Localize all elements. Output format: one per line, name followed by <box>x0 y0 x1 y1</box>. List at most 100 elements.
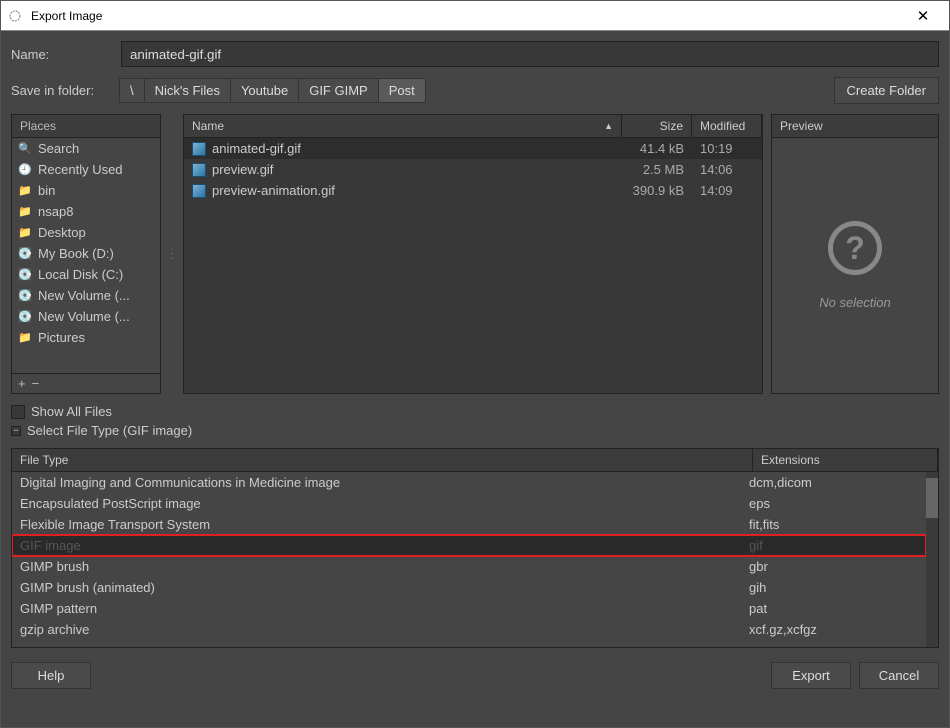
breadcrumb: \Nick's FilesYoutubeGIF GIMPPost <box>119 78 426 103</box>
file-size: 2.5 MB <box>622 162 692 177</box>
file-size: 390.9 kB <box>622 183 692 198</box>
places-panel: Places 🔍Search🕘Recently Used📁bin📁nsap8📁D… <box>11 114 161 394</box>
places-item[interactable]: 📁 Desktop <box>12 222 160 243</box>
show-all-files-label: Show All Files <box>31 404 112 419</box>
file-type-row[interactable]: gzip archivexcf.gz,xcfgz <box>12 619 926 640</box>
file-type-name: GIMP brush <box>12 558 741 575</box>
file-type-ext: gbr <box>741 558 926 575</box>
preview-header: Preview <box>772 115 938 138</box>
pane-drag-handle[interactable]: ⋮ <box>169 114 175 394</box>
create-folder-button[interactable]: Create Folder <box>834 77 939 104</box>
column-modified-header[interactable]: Modified <box>692 115 762 137</box>
file-type-table: File Type Extensions Digital Imaging and… <box>11 448 939 648</box>
filetype-header-type[interactable]: File Type <box>12 449 753 471</box>
file-row[interactable]: preview.gif 2.5 MB14:06 <box>184 159 762 180</box>
places-remove-button[interactable]: − <box>32 376 40 391</box>
places-add-button[interactable]: + <box>18 376 26 391</box>
file-icon <box>192 142 206 156</box>
file-row[interactable]: animated-gif.gif41.4 kB10:19 <box>184 138 762 159</box>
breadcrumb-item[interactable]: Post <box>379 78 426 103</box>
place-label: Recently Used <box>38 162 123 177</box>
file-type-name: Flexible Image Transport System <box>12 516 741 533</box>
place-icon: 📁 <box>18 226 32 239</box>
filetype-header-ext[interactable]: Extensions <box>753 449 938 471</box>
collapse-icon: − <box>11 426 21 436</box>
breadcrumb-item[interactable]: GIF GIMP <box>299 78 379 103</box>
file-type-name: GIF image <box>12 537 741 554</box>
file-type-ext: pat <box>741 600 926 617</box>
checkbox-icon <box>11 405 25 419</box>
places-item[interactable]: 🕘Recently Used <box>12 159 160 180</box>
show-all-files-checkbox[interactable]: Show All Files <box>11 404 939 419</box>
question-mark-icon: ? <box>828 221 882 275</box>
file-type-name: Encapsulated PostScript image <box>12 495 741 512</box>
file-type-ext: gih <box>741 579 926 596</box>
file-type-name: GIMP brush (animated) <box>12 579 741 596</box>
file-type-ext: dcm,dicom <box>741 474 926 491</box>
column-size-header[interactable]: Size <box>622 115 692 137</box>
file-modified: 10:19 <box>692 141 762 156</box>
place-icon: 📁 <box>18 184 32 197</box>
file-type-row[interactable]: GIMP brushgbr <box>12 556 926 577</box>
help-button[interactable]: Help <box>11 662 91 689</box>
window-title: Export Image <box>31 9 903 23</box>
file-type-row[interactable]: GIF imagegif <box>12 535 926 556</box>
place-icon: 📁 <box>18 331 32 344</box>
place-label: New Volume (... <box>38 309 130 324</box>
file-row[interactable]: preview-animation.gif 390.9 kB14:09 <box>184 180 762 201</box>
cancel-button[interactable]: Cancel <box>859 662 939 689</box>
titlebar: Export Image ✕ <box>1 1 949 31</box>
preview-panel: Preview ? No selection <box>771 114 939 394</box>
file-type-ext: gif <box>741 537 926 554</box>
places-item[interactable]: 📁nsap8 <box>12 201 160 222</box>
filename-input[interactable] <box>121 41 939 67</box>
file-type-row[interactable]: GIMP patternpat <box>12 598 926 619</box>
file-type-row[interactable]: GIMP brush (animated)gih <box>12 577 926 598</box>
app-icon <box>7 8 23 24</box>
file-modified: 14:06 <box>692 162 762 177</box>
breadcrumb-item[interactable]: Youtube <box>231 78 299 103</box>
column-name-header[interactable]: Name▲ <box>184 115 622 137</box>
places-item[interactable]: 💽Local Disk (C:) <box>12 264 160 285</box>
file-type-rows: Digital Imaging and Communications in Me… <box>12 472 926 647</box>
export-button[interactable]: Export <box>771 662 851 689</box>
place-icon: 🔍 <box>18 142 32 155</box>
close-button[interactable]: ✕ <box>903 1 943 30</box>
place-icon: 📁 <box>18 205 32 218</box>
file-type-name: Digital Imaging and Communications in Me… <box>12 474 741 491</box>
places-item[interactable]: 🔍 Search <box>12 138 160 159</box>
file-type-row[interactable]: Encapsulated PostScript imageeps <box>12 493 926 514</box>
name-label: Name: <box>11 47 111 62</box>
breadcrumb-item[interactable]: \ <box>119 78 145 103</box>
place-label: Search <box>38 141 79 156</box>
places-item[interactable]: 📁Pictures <box>12 327 160 348</box>
breadcrumb-item[interactable]: Nick's Files <box>145 78 231 103</box>
file-name: preview.gif <box>212 162 273 177</box>
place-icon: 💽 <box>18 289 32 302</box>
file-type-name: GIMP pattern <box>12 600 741 617</box>
place-icon: 💽 <box>18 310 32 323</box>
sort-asc-icon: ▲ <box>604 121 613 131</box>
place-label: New Volume (... <box>38 288 130 303</box>
middle-panes: Places 🔍Search🕘Recently Used📁bin📁nsap8📁D… <box>11 114 939 394</box>
place-icon: 💽 <box>18 268 32 281</box>
select-file-type-expander[interactable]: − Select File Type (GIF image) <box>11 423 939 438</box>
file-modified: 14:09 <box>692 183 762 198</box>
file-type-name: gzip archive <box>12 621 741 638</box>
savein-label: Save in folder: <box>11 83 111 98</box>
file-name: preview-animation.gif <box>212 183 335 198</box>
places-item[interactable]: 💽 New Volume (... <box>12 285 160 306</box>
file-name: animated-gif.gif <box>212 141 301 156</box>
places-item[interactable]: 📁 bin <box>12 180 160 201</box>
places-item[interactable]: 💽My Book (D:) <box>12 243 160 264</box>
file-type-row[interactable]: Flexible Image Transport Systemfit,fits <box>12 514 926 535</box>
places-item[interactable]: 💽 New Volume (... <box>12 306 160 327</box>
file-type-ext: eps <box>741 495 926 512</box>
place-icon: 💽 <box>18 247 32 260</box>
place-label: bin <box>38 183 55 198</box>
file-type-scrollbar[interactable] <box>926 472 938 647</box>
place-label: Desktop <box>38 225 86 240</box>
file-type-row[interactable]: Digital Imaging and Communications in Me… <box>12 472 926 493</box>
select-file-type-label: Select File Type (GIF image) <box>27 423 192 438</box>
name-row: Name: <box>11 41 939 67</box>
